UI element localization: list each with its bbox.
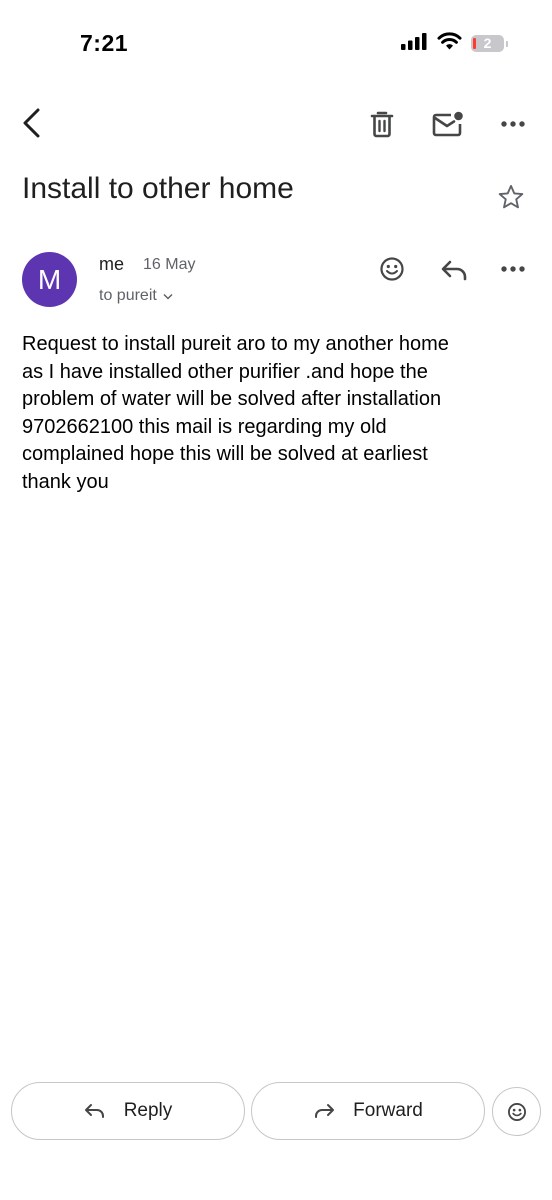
forward-label: Forward: [353, 1100, 423, 1121]
star-icon: [498, 184, 524, 209]
body-line: complained hope this will be solved at e…: [22, 443, 428, 465]
email-date: 16 May: [143, 256, 196, 273]
battery-level: 2: [483, 35, 492, 51]
body-line: Request to install pureit aro to my anot…: [22, 333, 449, 355]
wifi-icon: [437, 32, 462, 55]
emoji-icon: [507, 1102, 526, 1121]
react-button[interactable]: [492, 1087, 541, 1136]
sender-name[interactable]: me: [99, 254, 124, 275]
more-options-button[interactable]: [496, 108, 530, 140]
trash-icon: [370, 111, 394, 137]
forward-icon: [315, 1104, 335, 1118]
add-reaction-button[interactable]: [376, 253, 408, 285]
sender-avatar[interactable]: M: [22, 252, 77, 307]
message-more-button[interactable]: [496, 254, 530, 284]
status-time: 7:21: [80, 30, 129, 56]
body-line: problem of water will be solved after in…: [22, 388, 442, 410]
more-horizontal-icon: [501, 121, 525, 127]
reply-icon: [441, 260, 467, 281]
reply-icon-button[interactable]: [437, 254, 471, 286]
body-line: thank you: [22, 470, 109, 493]
signal-icon: [401, 32, 428, 55]
body-line: as I have installed other purifier .and …: [22, 360, 428, 383]
email-body: Request to install pureit aro to my anot…: [22, 331, 522, 496]
chevron-down-icon: [163, 293, 173, 300]
email-subject: Install to other home: [22, 172, 294, 205]
recipients-toggle[interactable]: to pureit: [99, 287, 173, 305]
battery-indicator: 2: [471, 35, 508, 52]
chevron-left-icon: [23, 108, 40, 138]
reply-label: Reply: [123, 1100, 173, 1121]
mark-unread-button[interactable]: [428, 106, 468, 142]
more-horizontal-icon: [501, 266, 525, 272]
forward-button[interactable]: Forward: [251, 1082, 485, 1140]
delete-button[interactable]: [364, 106, 400, 142]
reply-icon: [84, 1104, 104, 1118]
recipients-label: to pureit: [99, 287, 157, 304]
emoji-icon: [380, 257, 404, 281]
star-button[interactable]: [494, 180, 528, 214]
mail-unread-icon: [432, 111, 463, 137]
back-button[interactable]: [14, 104, 50, 142]
body-line: 9702662100 this mail is regarding my old: [22, 415, 387, 438]
reply-button[interactable]: Reply: [11, 1082, 245, 1140]
status-icons: 2: [401, 32, 508, 55]
